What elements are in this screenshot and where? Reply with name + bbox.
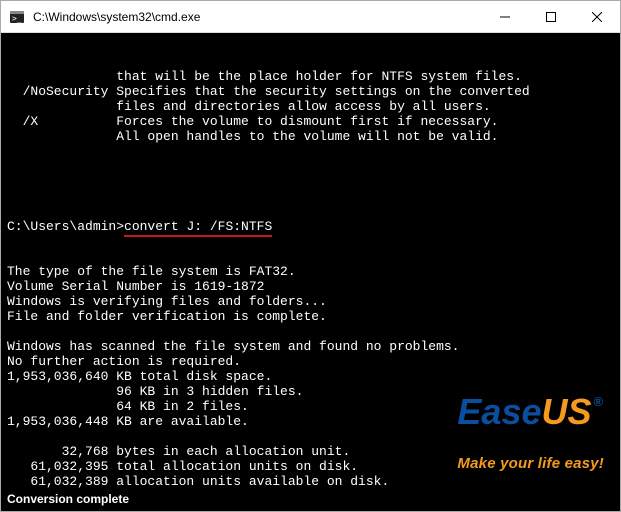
- watermark-tagline: Make your life easy!: [457, 456, 604, 471]
- minimize-button[interactable]: [482, 1, 528, 32]
- easeus-watermark: EaseUS® Make your life easy!: [457, 368, 604, 497]
- status-bar: Conversion complete: [1, 489, 135, 511]
- window-title: C:\Windows\system32\cmd.exe: [33, 10, 482, 24]
- terminal-line: No further action is required.: [7, 354, 616, 369]
- terminal-line: that will be the place holder for NTFS s…: [7, 69, 616, 84]
- blank-line: [7, 174, 616, 189]
- terminal-line: [7, 324, 616, 339]
- svg-text:>_: >_: [12, 14, 22, 23]
- window-titlebar: >_ C:\Windows\system32\cmd.exe: [1, 1, 620, 33]
- help-output: that will be the place holder for NTFS s…: [7, 69, 616, 144]
- terminal-line: The type of the file system is FAT32.: [7, 264, 616, 279]
- watermark-registered: ®: [594, 395, 604, 408]
- terminal-line: /NoSecurity Specifies that the security …: [7, 84, 616, 99]
- terminal-line: /X Forces the volume to dismount first i…: [7, 114, 616, 129]
- terminal-line: File and folder verification is complete…: [7, 309, 616, 324]
- prompt: C:\Users\admin>: [7, 219, 124, 234]
- watermark-brand-a: Ease: [457, 394, 541, 430]
- close-button[interactable]: [574, 1, 620, 32]
- terminal-pane[interactable]: that will be the place holder for NTFS s…: [1, 33, 620, 511]
- window-controls: [482, 1, 620, 32]
- watermark-brand-b: US: [542, 394, 592, 430]
- command-text: convert J: /FS:NTFS: [124, 219, 272, 237]
- maximize-button[interactable]: [528, 1, 574, 32]
- terminal-line: files and directories allow access by al…: [7, 99, 616, 114]
- terminal-line: Volume Serial Number is 1619-1872: [7, 279, 616, 294]
- terminal-line: All open handles to the volume will not …: [7, 129, 616, 144]
- terminal-line: Windows has scanned the file system and …: [7, 339, 616, 354]
- prompt-line: C:\Users\admin>convert J: /FS:NTFS: [7, 219, 616, 234]
- terminal-line: Windows is verifying files and folders..…: [7, 294, 616, 309]
- cmd-icon: >_: [9, 9, 25, 25]
